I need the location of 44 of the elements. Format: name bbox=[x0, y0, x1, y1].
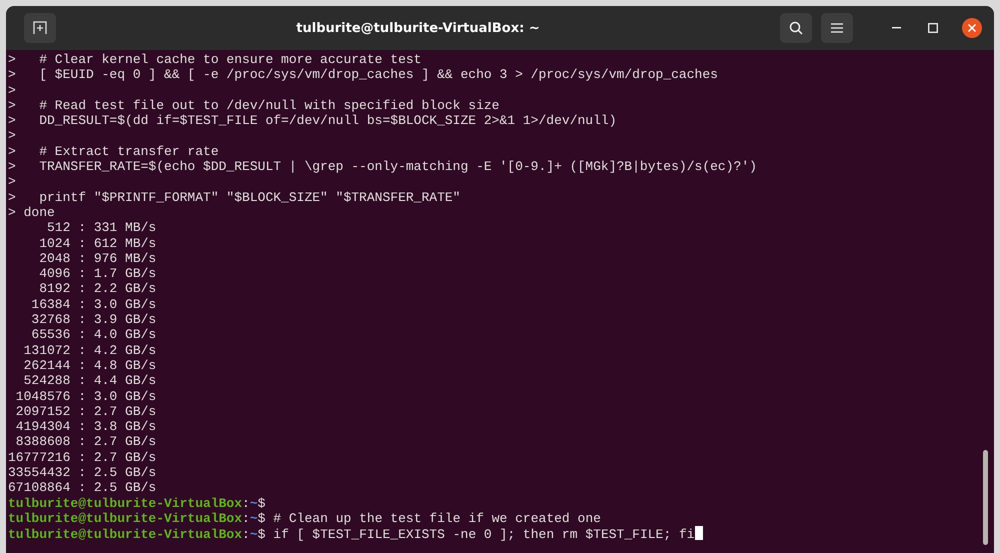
command-continuation-line: > printf "$PRINTF_FORMAT" "$BLOCK_SIZE" "$TRANSFER_RATE" bbox=[8, 190, 460, 205]
command-continuation-line: > done bbox=[8, 204, 55, 220]
output-line: 2048 : 976 MB/s bbox=[38, 250, 156, 266]
command-continuation-line: > # Clear kernel cache to ensure more accurate test bbox=[8, 52, 422, 68]
command-continuation-line: > # Read test file out to /dev/null with specified block size bbox=[8, 98, 500, 114]
prompt-line: tulburite@tulburite-VirtualBox:~$ bbox=[8, 496, 266, 511]
close-button[interactable] bbox=[962, 18, 982, 38]
prompt-line: tulburite@tulburite-VirtualBox:~$ # Clean up the test file if we created one bbox=[8, 510, 601, 526]
search-button[interactable] bbox=[780, 13, 812, 43]
command-continuation-line: > [ $EUID -eq 0 ] && [ -e /proc/sys/vm/drop_caches ] && echo 3 > /proc/sys/vm/drop_caches bbox=[8, 67, 718, 83]
output-line: 1024 : 612 MB/s bbox=[38, 236, 156, 251]
command-continuation-line: > TRANSFER_RATE=$(echo $DD_RESULT | \grep --only-matching -E '[0-9.]+ ([MGk]?B|bytes)/s(ec)?') bbox=[8, 159, 757, 174]
command-continuation-line: > bbox=[8, 82, 16, 98]
new-tab-icon bbox=[33, 21, 47, 35]
output-line: 2097152 : 2.7 GB/s bbox=[14, 404, 156, 420]
output-line: 262144 : 4.8 GB/s bbox=[22, 358, 156, 374]
command-continuation-line: > DD_RESULT=$(dd if=$TEST_FILE of=/dev/null bs=$BLOCK_SIZE 2>&1 1>/dev/null) bbox=[8, 113, 616, 128]
output-line: 4096 : 1.7 GB/s bbox=[38, 266, 156, 282]
output-line: 8192 : 2.2 GB/s bbox=[38, 281, 156, 297]
output-line: 65536 : 4.0 GB/s bbox=[30, 327, 156, 343]
output-line: 512 : 331 MB/s bbox=[46, 220, 156, 236]
minimize-icon bbox=[892, 27, 900, 29]
close-icon bbox=[968, 24, 976, 32]
output-line: 8388608 : 2.7 GB/s bbox=[14, 434, 156, 450]
new-tab-button[interactable] bbox=[24, 13, 56, 43]
window-title: tulburite@tulburite-VirtualBox: ~ bbox=[295, 20, 541, 36]
search-icon bbox=[789, 21, 803, 35]
output-line: 32768 : 3.9 GB/s bbox=[30, 312, 156, 328]
output-line: 1048576 : 3.0 GB/s bbox=[14, 388, 156, 404]
menu-icon bbox=[831, 23, 843, 33]
prompt-line: tulburite@tulburite-VirtualBox:~$ if [ $TEST_FILE_EXISTS -ne 0 ]; then rm $TEST_FILE; fi bbox=[8, 526, 703, 542]
output-line: 131072 : 4.2 GB/s bbox=[22, 342, 156, 358]
command-continuation-line: > bbox=[8, 128, 16, 144]
scrollbar-thumb[interactable] bbox=[983, 450, 988, 545]
command-continuation-line: > bbox=[8, 174, 16, 190]
command-continuation-line: > # Extract transfer rate bbox=[8, 144, 219, 160]
maximize-icon bbox=[928, 23, 938, 33]
output-line: 16384 : 3.0 GB/s bbox=[30, 296, 156, 312]
output-line: 16777216 : 2.7 GB/s bbox=[8, 450, 156, 466]
output-line: 524288 : 4.4 GB/s bbox=[22, 373, 156, 389]
output-line: 67108864 : 2.5 GB/s bbox=[8, 480, 156, 496]
menu-button[interactable] bbox=[821, 13, 853, 43]
output-line: 33554432 : 2.5 GB/s bbox=[8, 465, 156, 480]
output-line: 4194304 : 3.8 GB/s bbox=[14, 419, 156, 434]
